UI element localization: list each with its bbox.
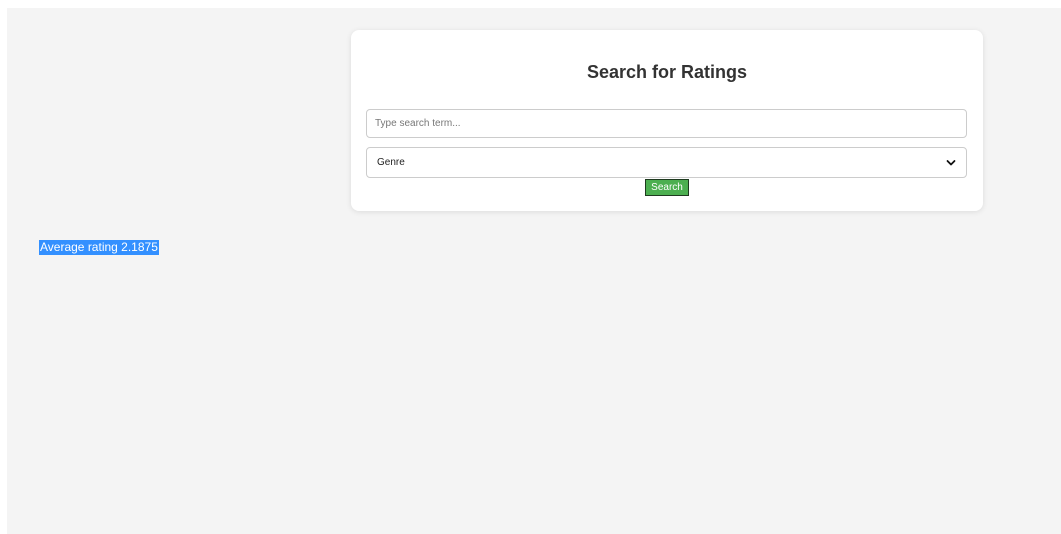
chevron-down-icon <box>946 158 956 168</box>
search-input[interactable] <box>366 109 967 138</box>
search-card-title: Search for Ratings <box>586 62 748 82</box>
search-button[interactable]: Search <box>645 179 689 196</box>
genre-select[interactable]: Genre <box>366 147 967 178</box>
search-card: Search for Ratings Genre Search <box>351 30 983 211</box>
genre-select-value: Genre <box>377 157 405 168</box>
average-rating-text: Average rating 2.1875 <box>39 240 159 255</box>
page-viewport: Search for Ratings Genre Search Average … <box>7 8 1061 534</box>
